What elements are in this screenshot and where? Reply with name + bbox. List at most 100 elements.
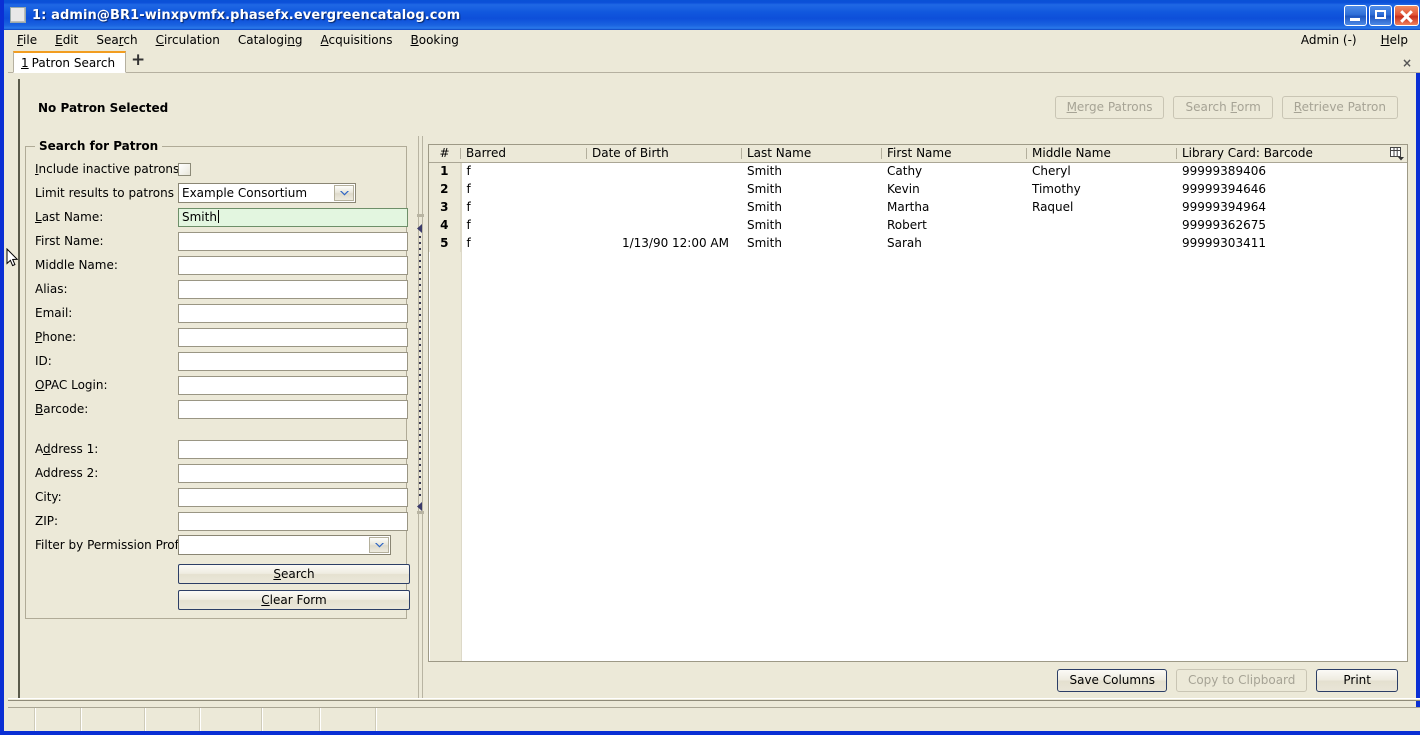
- menu-file[interactable]: File: [8, 31, 46, 49]
- menu-booking[interactable]: Booking: [402, 31, 468, 49]
- main-split-area: Search for Patron Include inactive patro…: [18, 136, 1410, 698]
- address1-input[interactable]: [178, 439, 408, 459]
- cell-dob: [586, 180, 741, 198]
- cell-middle-name: Timothy: [1032, 182, 1081, 196]
- org-unit-select[interactable]: Example Consortium: [178, 183, 356, 203]
- org-unit-value: Example Consortium: [182, 186, 308, 200]
- retrieve-patron-button[interactable]: Retrieve Patron: [1281, 96, 1398, 119]
- cell-first-name: Sarah: [887, 236, 922, 250]
- save-columns-button[interactable]: Save Columns: [1057, 668, 1167, 692]
- middle-name-input[interactable]: [178, 255, 408, 275]
- include-inactive-checkbox[interactable]: [178, 162, 191, 176]
- column-header-barcode[interactable]: Library Card: Barcode: [1176, 145, 1407, 163]
- results-table: # Barred Date of Birth Last Name First N…: [429, 145, 1407, 252]
- column-header-number[interactable]: #: [429, 145, 460, 163]
- table-row[interactable]: 4 f Smith Robert 99999362675: [429, 216, 1407, 234]
- email-label: Email:: [35, 306, 73, 320]
- column-header-barred[interactable]: Barred: [460, 145, 586, 163]
- cell-middle-name: Cheryl: [1032, 164, 1071, 179]
- cell-dob: [586, 216, 741, 234]
- column-picker-icon[interactable]: [1390, 147, 1405, 161]
- cell-barcode: 99999394964: [1182, 200, 1266, 214]
- menu-cataloging[interactable]: Cataloging: [229, 31, 312, 49]
- column-header-first-name[interactable]: First Name: [881, 145, 1026, 163]
- last-name-value: Smith: [182, 209, 217, 224]
- menu-acquisitions[interactable]: Acquisitions: [312, 31, 402, 49]
- table-row[interactable]: 2 f Smith Kevin Timothy 99999394646: [429, 180, 1407, 198]
- last-name-input[interactable]: Smith: [178, 207, 408, 227]
- print-button[interactable]: Print: [1316, 668, 1398, 692]
- menu-search[interactable]: Search: [87, 31, 146, 49]
- patron-header-bar: No Patron Selected Merge Patrons Search …: [18, 79, 1410, 136]
- cell-barred: f: [466, 236, 471, 250]
- zip-label: ZIP:: [35, 514, 59, 528]
- status-segment-7: [321, 708, 377, 731]
- collapse-left-icon[interactable]: [416, 222, 424, 233]
- status-segment-fill: [377, 708, 1420, 731]
- cell-middle-name: Raquel: [1032, 200, 1074, 214]
- alias-label: Alias:: [35, 282, 68, 296]
- menu-admin[interactable]: Admin (-): [1289, 31, 1369, 49]
- merge-patrons-button[interactable]: Merge Patrons: [1054, 96, 1165, 119]
- tab-patron-search[interactable]: 1 Patron Search: [13, 51, 127, 73]
- cell-number: 4: [429, 216, 461, 234]
- cell-barcode: 99999303411: [1182, 236, 1266, 250]
- cell-barcode: 99999362675: [1182, 218, 1266, 232]
- address2-input[interactable]: [178, 463, 408, 483]
- row-include-inactive: Include inactive patrons?: [26, 157, 408, 181]
- phone-label: Phone:: [35, 330, 77, 344]
- cell-barred: f: [466, 164, 471, 179]
- zip-input[interactable]: [178, 511, 408, 531]
- cell-first-name: Martha: [887, 200, 930, 214]
- cell-last-name: Smith: [747, 200, 782, 214]
- cell-last-name: Smith: [747, 236, 782, 250]
- table-row[interactable]: 5 f 1/13/90 12:00 AM Smith Sarah 9999930…: [429, 234, 1407, 252]
- opac-login-input[interactable]: [178, 375, 408, 395]
- table-row[interactable]: 1 f Smith Cathy Cheryl 99999389406: [429, 162, 1407, 180]
- barcode-input[interactable]: [178, 399, 408, 419]
- chevron-down-icon[interactable]: [334, 185, 354, 201]
- limit-results-label: Limit results to patrons in: [35, 186, 189, 200]
- address2-label: Address 2:: [35, 466, 99, 480]
- search-fieldset-legend: Search for Patron: [35, 139, 163, 153]
- search-button[interactable]: Search: [178, 564, 410, 584]
- menu-help[interactable]: Help: [1369, 31, 1420, 49]
- first-name-input[interactable]: [178, 231, 408, 251]
- clear-form-button[interactable]: Clear Form: [178, 590, 410, 610]
- row-zip: ZIP:: [26, 509, 408, 533]
- city-input[interactable]: [178, 487, 408, 507]
- email-input[interactable]: [178, 303, 408, 323]
- form-spacer: [26, 421, 408, 437]
- chevron-down-icon-2[interactable]: [369, 537, 389, 553]
- cell-number: 2: [429, 180, 461, 198]
- status-segment-3: [82, 708, 146, 731]
- splitter-nub-top: [417, 214, 424, 217]
- alias-input[interactable]: [178, 279, 408, 299]
- status-segment-6: [263, 708, 321, 731]
- collapse-right-icon[interactable]: [416, 500, 424, 511]
- id-input[interactable]: [178, 351, 408, 371]
- menu-circulation[interactable]: Circulation: [147, 31, 229, 49]
- column-header-last-name[interactable]: Last Name: [741, 145, 881, 163]
- row-phone: Phone:: [26, 325, 408, 349]
- search-for-patron-fieldset: Search for Patron Include inactive patro…: [25, 139, 410, 619]
- table-row[interactable]: 3 f Smith Martha Raquel 99999394964: [429, 198, 1407, 216]
- status-bar: [8, 707, 1420, 731]
- row-limit-results: Limit results to patrons in Example Cons…: [26, 181, 408, 205]
- menu-edit[interactable]: Edit: [46, 31, 87, 49]
- cell-barred: f: [466, 218, 471, 232]
- column-header-dob[interactable]: Date of Birth: [586, 145, 741, 163]
- maximize-button[interactable]: [1369, 4, 1392, 26]
- minimize-button[interactable]: [1344, 4, 1367, 26]
- status-segment-1: [8, 708, 36, 731]
- splitter-nub-bottom: [417, 511, 424, 514]
- permission-profile-select[interactable]: [178, 535, 391, 555]
- search-form-button[interactable]: Search Form: [1173, 96, 1273, 119]
- copy-to-clipboard-button[interactable]: Copy to Clipboard: [1175, 668, 1308, 692]
- new-tab-button[interactable]: +: [126, 50, 150, 72]
- close-button[interactable]: [1394, 4, 1419, 26]
- phone-input[interactable]: [178, 327, 408, 347]
- close-tab-icon[interactable]: ×: [1402, 57, 1412, 69]
- pane-splitter[interactable]: [412, 136, 428, 698]
- column-header-middle-name[interactable]: Middle Name: [1026, 145, 1176, 163]
